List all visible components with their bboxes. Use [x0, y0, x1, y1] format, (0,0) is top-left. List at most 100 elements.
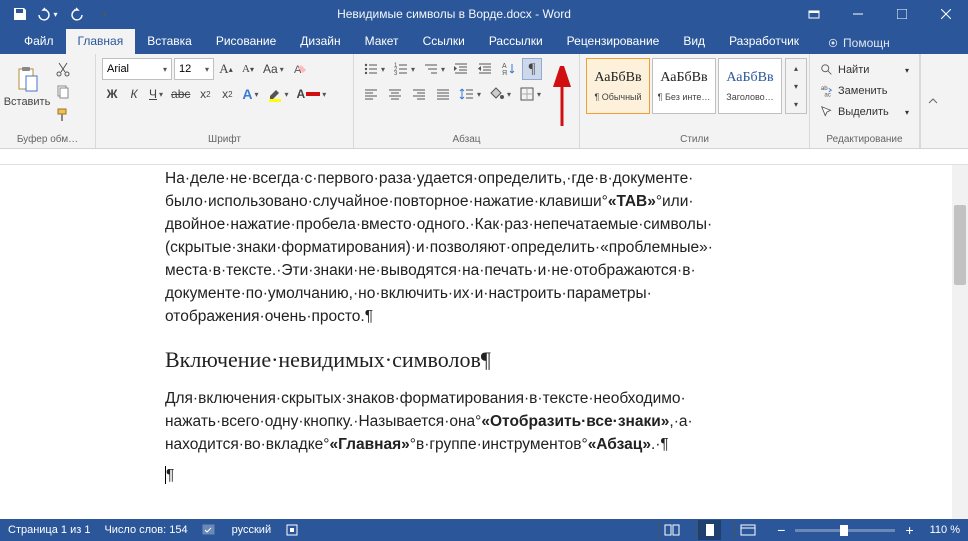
undo-button[interactable]: ▾	[34, 2, 60, 26]
page: На·деле·не·всегда·с·первого·раза·удается…	[55, 165, 855, 489]
borders-button[interactable]	[516, 83, 544, 105]
paste-label: Вставить	[4, 96, 51, 108]
tab-view[interactable]: Вид	[671, 29, 717, 54]
zoom-slider[interactable]	[795, 529, 895, 532]
styles-scroll-down[interactable]: ▾	[786, 77, 806, 95]
tell-me[interactable]: Помощн	[819, 32, 898, 54]
clear-formatting-button[interactable]: A	[289, 58, 311, 80]
clipboard-group-label: Буфер обм…	[6, 134, 89, 146]
window-controls	[792, 0, 968, 28]
find-button[interactable]: Найти▾	[816, 60, 913, 80]
tab-references[interactable]: Ссылки	[411, 29, 477, 54]
tab-design[interactable]: Дизайн	[288, 29, 352, 54]
view-web-layout[interactable]	[735, 520, 759, 540]
increase-indent-button[interactable]	[474, 58, 496, 80]
styles-group-label: Стили	[586, 134, 803, 146]
superscript-button[interactable]: x2	[217, 83, 237, 105]
multilevel-list-button[interactable]	[420, 58, 448, 80]
tab-draw[interactable]: Рисование	[204, 29, 288, 54]
font-size-combo[interactable]: 12	[174, 58, 214, 80]
align-right-button[interactable]	[408, 83, 430, 105]
zoom-in-button[interactable]: +	[901, 522, 917, 538]
status-spellcheck-icon[interactable]	[202, 523, 218, 537]
document-content[interactable]: На·деле·не·всегда·с·первого·раза·удается…	[55, 165, 745, 487]
ribbon-display-button[interactable]	[792, 0, 836, 28]
close-button[interactable]	[924, 0, 968, 28]
line-spacing-button[interactable]	[456, 83, 484, 105]
qat-customize-button[interactable]	[90, 2, 116, 26]
align-left-button[interactable]	[360, 83, 382, 105]
replace-button[interactable]: abacЗаменить	[816, 81, 913, 101]
sort-button[interactable]: AЯ	[498, 58, 520, 80]
styles-scroll-up[interactable]: ▴	[786, 59, 806, 77]
tab-developer[interactable]: Разработчик	[717, 29, 811, 54]
zoom-out-button[interactable]: −	[773, 522, 789, 538]
ribbon: Вставить Буфер обм… Arial 12 A▴ A▾ Aa A …	[0, 54, 968, 149]
align-justify-button[interactable]	[432, 83, 454, 105]
editing-group-label: Редактирование	[816, 134, 913, 146]
underline-button[interactable]: Ч	[146, 83, 166, 105]
status-language[interactable]: русский	[232, 524, 271, 536]
svg-text:ac: ac	[824, 91, 830, 98]
window-title: Невидимые символы в Ворде.docx - Word	[116, 7, 792, 21]
shading-button[interactable]	[486, 83, 514, 105]
italic-button[interactable]: К	[124, 83, 144, 105]
style-gallery: АаБбВв ¶ Обычный АаБбВв ¶ Без инте… АаБб…	[586, 58, 782, 114]
strikethrough-button[interactable]: abc	[168, 83, 193, 105]
zoom-slider-knob[interactable]	[840, 525, 848, 536]
font-group-label: Шрифт	[102, 134, 347, 146]
paste-button[interactable]: Вставить	[6, 58, 48, 116]
tab-layout[interactable]: Макет	[353, 29, 411, 54]
redo-button[interactable]	[62, 2, 88, 26]
tell-me-label: Помощн	[843, 36, 890, 50]
zoom-level[interactable]: 110 %	[930, 524, 960, 536]
maximize-button[interactable]	[880, 0, 924, 28]
numbering-button[interactable]: 123	[390, 58, 418, 80]
status-page[interactable]: Страница 1 из 1	[8, 524, 90, 536]
document-area[interactable]: На·деле·не·всегда·с·первого·раза·удается…	[0, 165, 968, 519]
view-print-layout[interactable]	[697, 520, 721, 540]
styles-expand[interactable]: ▾	[786, 95, 806, 113]
bold-button[interactable]: Ж	[102, 83, 122, 105]
ruler[interactable]	[0, 149, 968, 165]
view-read-mode[interactable]	[659, 520, 683, 540]
tab-home[interactable]: Главная	[66, 29, 136, 54]
svg-text:Я: Я	[502, 70, 507, 77]
tab-insert[interactable]: Вставка	[135, 29, 204, 54]
vertical-scrollbar[interactable]	[952, 165, 968, 519]
highlight-button[interactable]	[264, 83, 292, 105]
shrink-font-button[interactable]: A▾	[238, 58, 258, 80]
select-button[interactable]: Выделить▾	[816, 102, 913, 122]
cut-button[interactable]	[52, 58, 74, 80]
collapse-ribbon-button[interactable]	[920, 54, 944, 148]
align-center-button[interactable]	[384, 83, 406, 105]
zoom-controls: − + 110 %	[773, 522, 960, 538]
group-clipboard: Вставить Буфер обм…	[0, 54, 96, 148]
decrease-indent-button[interactable]	[450, 58, 472, 80]
show-hide-marks-button[interactable]: ¶	[522, 58, 542, 80]
style-normal[interactable]: АаБбВв ¶ Обычный	[586, 58, 650, 114]
text-effects-button[interactable]: A	[239, 83, 261, 105]
paragraph-group-label: Абзац	[360, 134, 573, 146]
style-heading1[interactable]: АаБбВв Заголово…	[718, 58, 782, 114]
tab-review[interactable]: Рецензирование	[555, 29, 672, 54]
save-button[interactable]	[6, 2, 32, 26]
group-editing: Найти▾ abacЗаменить Выделить▾ Редактиров…	[810, 54, 920, 148]
scrollbar-thumb[interactable]	[954, 205, 966, 285]
tab-file[interactable]: Файл	[12, 29, 66, 54]
tab-mailings[interactable]: Рассылки	[477, 29, 555, 54]
copy-button[interactable]	[52, 81, 74, 103]
minimize-button[interactable]	[836, 0, 880, 28]
font-name-combo[interactable]: Arial	[102, 58, 172, 80]
bullets-button[interactable]	[360, 58, 388, 80]
group-styles: АаБбВв ¶ Обычный АаБбВв ¶ Без инте… АаБб…	[580, 54, 810, 148]
status-word-count[interactable]: Число слов: 154	[104, 524, 187, 536]
status-macro-icon[interactable]	[285, 523, 299, 537]
font-color-button[interactable]: A	[294, 83, 330, 105]
format-painter-button[interactable]	[52, 104, 74, 126]
grow-font-button[interactable]: A▴	[216, 58, 236, 80]
style-no-spacing[interactable]: АаБбВв ¶ Без инте…	[652, 58, 716, 114]
svg-text:A: A	[502, 63, 507, 70]
change-case-button[interactable]: Aa	[260, 58, 287, 80]
subscript-button[interactable]: x2	[195, 83, 215, 105]
